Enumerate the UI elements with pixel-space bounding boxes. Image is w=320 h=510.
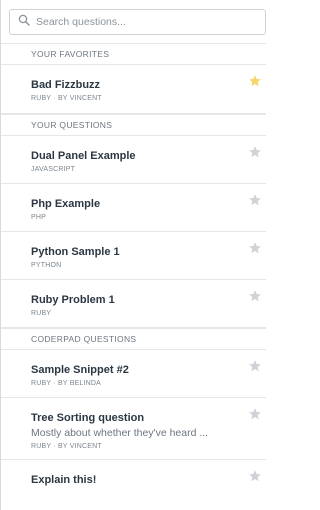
question-meta: PYTHON: [31, 262, 62, 269]
section-header-favorites: YOUR FAVORITES: [1, 43, 266, 65]
question-item-sample-snippet-2[interactable]: Sample Snippet #2 RUBY · BY BELINDA: [1, 350, 266, 398]
question-meta: RUBY: [31, 310, 52, 317]
star-icon[interactable]: [248, 241, 262, 255]
question-item-bad-fizzbuzz[interactable]: Bad Fizzbuzz RUBY · BY VINCENT: [1, 65, 266, 114]
star-icon-favorited[interactable]: [248, 74, 262, 88]
question-item-python-sample-1[interactable]: Python Sample 1 PYTHON: [1, 232, 266, 280]
star-icon[interactable]: [248, 289, 262, 303]
question-item-tree-sorting-question[interactable]: Tree Sorting question Mostly about wheth…: [1, 398, 266, 460]
question-title: Sample Snippet #2: [31, 364, 129, 376]
section-header-coderpad-questions: CODERPAD QUESTIONS: [1, 328, 266, 350]
star-icon[interactable]: [248, 193, 262, 207]
star-icon[interactable]: [248, 469, 262, 483]
question-title: Explain this!: [31, 474, 97, 486]
search-box[interactable]: [9, 8, 266, 35]
question-title: Bad Fizzbuzz: [31, 79, 101, 91]
question-item-dual-panel-example[interactable]: Dual Panel Example JAVASCRIPT: [1, 136, 266, 184]
section-header-your-questions: YOUR QUESTIONS: [1, 114, 266, 136]
question-item-ruby-problem-1[interactable]: Ruby Problem 1 RUBY: [1, 280, 266, 328]
question-description: Mostly about whether they've heard ...: [31, 427, 209, 439]
search-bar: [1, 0, 266, 43]
question-title: Python Sample 1: [31, 246, 120, 258]
search-icon: [18, 13, 36, 31]
question-title: Php Example: [31, 198, 101, 210]
question-meta: JAVASCRIPT: [31, 166, 76, 173]
search-input[interactable]: [36, 15, 265, 28]
questions-panel: YOUR FAVORITES Bad Fizzbuzz RUBY · BY VI…: [0, 0, 266, 510]
question-meta: RUBY · BY VINCENT: [31, 443, 102, 450]
star-icon[interactable]: [248, 407, 262, 421]
question-item-php-example[interactable]: Php Example PHP: [1, 184, 266, 232]
question-meta: PHP: [31, 214, 46, 221]
question-title: Dual Panel Example: [31, 150, 136, 162]
question-meta: RUBY · BY BELINDA: [31, 380, 102, 387]
question-title: Tree Sorting question: [31, 412, 145, 424]
star-icon[interactable]: [248, 359, 262, 373]
star-icon[interactable]: [248, 145, 262, 159]
question-meta: RUBY · BY VINCENT: [31, 95, 102, 102]
question-title: Ruby Problem 1: [31, 294, 115, 306]
question-item-explain-this[interactable]: Explain this!: [1, 460, 266, 500]
